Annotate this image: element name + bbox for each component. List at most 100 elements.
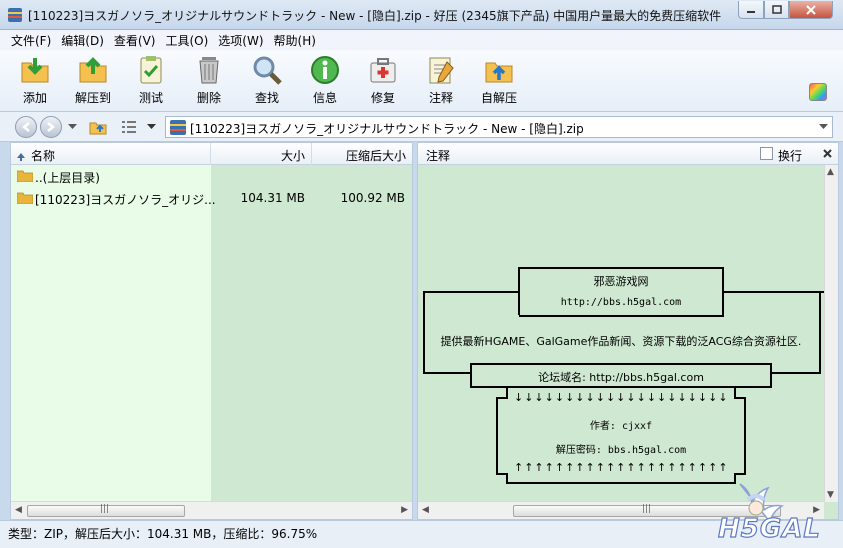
comment-vertical-scrollbar[interactable]: ▲ ▼ — [824, 165, 838, 502]
folder-icon — [17, 170, 33, 182]
address-field[interactable]: [110223]ヨスガノソラ_オリジナルサウンドトラック - New - [隐白… — [165, 116, 833, 138]
comment-label: 注释 — [428, 91, 453, 105]
test-icon — [140, 56, 162, 84]
toolbar: 添加 解压到 测试 删除 查找 信息 修复 注释 自解压 — [0, 50, 843, 112]
column-name-label: 名称 — [31, 149, 56, 163]
sort-up-icon — [17, 152, 25, 161]
up-arrows: ↑↑↑↑↑↑↑↑↑↑↑↑↑↑↑↑↑↑↑↑↑ — [514, 461, 729, 474]
comment-header: 注释 换行 — [418, 143, 838, 165]
comment-content: 邪恶游戏网 http://bbs.h5gal.com 提供最新HGAME、Gal… — [418, 165, 824, 502]
comment-pane: 注释 换行 邪恶游戏网 http://bbs.h5gal.com 提供最新HGA… — [417, 142, 839, 520]
maximize-icon — [771, 4, 782, 14]
site-name: 邪恶游戏网 — [593, 275, 649, 288]
site-url: http://bbs.h5gal.com — [560, 297, 682, 308]
close-icon — [806, 4, 816, 15]
address-bar: [110223]ヨスガノソラ_オリジナルサウンドトラック - New - [隐白… — [0, 112, 843, 142]
close-button[interactable] — [789, 1, 833, 19]
file-list: ..(上层目录) [110223]ヨスガノソラ_オリジ... 104.31 MB… — [11, 165, 412, 502]
forum-domain: 论坛域名: http://bbs.h5gal.com — [538, 371, 704, 384]
test-label: 测试 — [138, 91, 163, 105]
info-label: 信息 — [312, 91, 337, 105]
menu-bar: 文件(F) 编辑(D) 查看(V) 工具(O) 选项(W) 帮助(H) — [0, 30, 843, 50]
address-dropdown-icon[interactable] — [819, 124, 828, 130]
delete-button[interactable]: 删除 — [181, 54, 237, 110]
history-dropdown-icon[interactable] — [68, 124, 77, 130]
scroll-left-icon[interactable]: ◀ — [422, 505, 429, 515]
watermark-logo: H5GAL — [712, 480, 840, 545]
column-name[interactable]: 名称 — [11, 143, 211, 165]
menu-view[interactable]: 查看(V) — [109, 30, 161, 50]
maximize-button[interactable] — [764, 1, 789, 19]
repair-button[interactable]: 修复 — [355, 54, 411, 110]
scroll-up-icon[interactable]: ▲ — [827, 167, 834, 177]
repair-icon — [370, 58, 396, 83]
menu-tools[interactable]: 工具(O) — [160, 30, 213, 50]
delete-label: 删除 — [196, 91, 221, 105]
comment-title: 注释 — [426, 149, 451, 163]
file-list-header: 名称 大小 压缩后大小 — [11, 143, 412, 165]
forward-arrow-icon — [47, 122, 56, 132]
extract-button[interactable]: 解压到 — [65, 54, 121, 110]
menu-edit[interactable]: 编辑(D) — [56, 30, 109, 50]
view-dropdown-icon[interactable] — [147, 124, 156, 130]
password-line: 解压密码: bbs.h5gal.com — [555, 445, 687, 456]
add-button[interactable]: 添加 — [7, 54, 63, 110]
zip-file-icon — [170, 120, 186, 135]
watermark-text: H5GAL — [717, 513, 821, 544]
close-comment-icon[interactable] — [823, 149, 832, 158]
info-button[interactable]: 信息 — [297, 54, 353, 110]
menu-options[interactable]: 选项(W) — [213, 30, 268, 50]
comment-button[interactable]: 注释 — [413, 54, 469, 110]
sfx-button[interactable]: 自解压 — [471, 54, 527, 110]
row-size: 104.31 MB — [240, 191, 305, 205]
repair-label: 修复 — [370, 91, 395, 105]
title-bar: [110223]ヨスガノソラ_オリジナルサウンドトラック - New - [隐白… — [0, 0, 843, 30]
file-list-pane: 名称 大小 压缩后大小 ..(上层目录) [110223]ヨスガノソラ_オリジ.… — [10, 142, 413, 520]
view-mode-icon[interactable] — [121, 120, 137, 134]
sfx-icon — [485, 62, 513, 83]
table-row[interactable]: ..(上层目录) — [11, 165, 412, 187]
row-name: ..(上层目录) — [35, 171, 100, 185]
scroll-thumb[interactable]: ||| — [27, 504, 185, 517]
column-size-label: 大小 — [280, 149, 305, 163]
add-icon — [21, 58, 49, 83]
forward-button[interactable] — [40, 116, 62, 138]
wrap-label: 换行 — [778, 149, 803, 163]
list-horizontal-scrollbar[interactable]: ◀ ||| ▶ — [11, 501, 412, 519]
scroll-left-icon[interactable]: ◀ — [15, 505, 22, 515]
sfx-label: 自解压 — [480, 91, 517, 105]
back-arrow-icon — [21, 122, 30, 132]
up-folder-icon[interactable] — [89, 119, 107, 135]
address-path: [110223]ヨスガノソラ_オリジナルサウンドトラック - New - [隐白… — [190, 122, 584, 136]
minimize-icon — [747, 10, 755, 13]
site-description: 提供最新HGAME、GalGame作品新闻、资源下载的泛ACG综合资源社区. — [440, 335, 802, 348]
haozip-app-icon — [8, 8, 22, 22]
skin-icon[interactable] — [809, 83, 827, 101]
folder-icon — [17, 192, 33, 204]
row-packed: 100.92 MB — [340, 191, 405, 205]
extract-icon — [79, 57, 107, 83]
minimize-button[interactable] — [738, 1, 764, 19]
column-size[interactable]: 大小 — [211, 143, 312, 165]
table-row[interactable]: [110223]ヨスガノソラ_オリジ... 104.31 MB 100.92 M… — [11, 187, 412, 209]
test-button[interactable]: 测试 — [123, 54, 179, 110]
search-icon — [253, 56, 282, 85]
find-button[interactable]: 查找 — [239, 54, 295, 110]
extract-label: 解压到 — [74, 91, 111, 105]
window-title: [110223]ヨスガノソラ_オリジナルサウンドトラック - New - [隐白… — [28, 9, 722, 23]
scroll-right-icon[interactable]: ▶ — [401, 505, 408, 515]
wrap-checkbox[interactable] — [760, 147, 773, 160]
column-packed[interactable]: 压缩后大小 — [312, 143, 412, 165]
status-text: 类型：ZIP，解压后大小：104.31 MB，压缩比：96.75% — [8, 527, 318, 541]
add-label: 添加 — [22, 91, 47, 105]
menu-file[interactable]: 文件(F) — [6, 30, 56, 50]
down-arrows: ↓↓↓↓↓↓↓↓↓↓↓↓↓↓↓↓↓↓↓↓↓ — [514, 391, 729, 404]
find-label: 查找 — [254, 91, 279, 105]
column-packed-label: 压缩后大小 — [345, 149, 406, 163]
author-line: 作者: cjxxf — [589, 421, 653, 432]
menu-help[interactable]: 帮助(H) — [269, 30, 321, 50]
delete-icon — [199, 57, 219, 84]
back-button[interactable] — [15, 116, 37, 138]
row-name: [110223]ヨスガノソラ_オリジ... — [35, 193, 216, 207]
info-icon — [311, 56, 339, 84]
